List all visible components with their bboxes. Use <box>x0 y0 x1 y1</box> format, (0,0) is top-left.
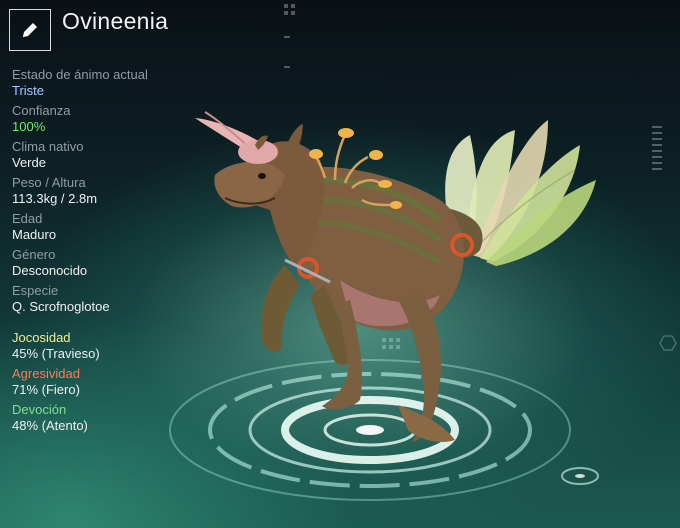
stat-age: Edad Maduro <box>12 211 212 243</box>
stat-value: Desconocido <box>12 263 88 278</box>
trait-label: Devoción <box>12 402 67 417</box>
stat-climate: Clima nativo Verde <box>12 139 212 171</box>
trait-aggression: Agresividad 71% (Fiero) <box>12 366 212 398</box>
stat-value: Maduro <box>12 227 57 242</box>
stat-label: Edad <box>12 211 43 226</box>
edit-name-button[interactable] <box>9 9 51 51</box>
stat-label: Confianza <box>12 103 71 118</box>
trait-playfulness: Jocosidad 45% (Travieso) <box>12 330 212 362</box>
pencil-icon <box>23 23 37 37</box>
creature-name: Ovineenia <box>62 8 169 34</box>
stat-gender: Género Desconocido <box>12 247 212 279</box>
stat-trust: Confianza 100% <box>12 103 212 135</box>
stat-label: Estado de ánimo actual <box>12 67 148 82</box>
trait-label: Jocosidad <box>12 330 71 345</box>
traits-panel: Jocosidad 45% (Travieso) Agresividad 71%… <box>12 330 212 438</box>
stat-species: Especie Q. Scrofnoglotoe <box>12 283 212 315</box>
stat-value: Q. Scrofnoglotoe <box>12 299 110 314</box>
stat-value: 100% <box>12 119 46 134</box>
hexagon-decor <box>659 335 677 351</box>
stat-value: 113.3kg / 2.8m <box>12 191 98 206</box>
stat-label: Peso / Altura <box>12 175 86 190</box>
trait-value: 45% (Travieso) <box>12 346 100 361</box>
stat-label: Especie <box>12 283 59 298</box>
stat-weight-height: Peso / Altura 113.3kg / 2.8m <box>12 175 212 207</box>
stats-panel: Estado de ánimo actual Triste Confianza … <box>12 67 212 319</box>
stat-label: Clima nativo <box>12 139 84 154</box>
hologram-platform <box>169 359 599 501</box>
trait-label: Agresividad <box>12 366 80 381</box>
trait-value: 48% (Atento) <box>12 418 88 433</box>
stat-mood: Estado de ánimo actual Triste <box>12 67 212 99</box>
stat-value: Triste <box>12 83 45 98</box>
stat-value: Verde <box>12 155 46 170</box>
trait-value: 71% (Fiero) <box>12 382 80 397</box>
trait-devotion: Devoción 48% (Atento) <box>12 402 212 434</box>
stat-label: Género <box>12 247 56 262</box>
